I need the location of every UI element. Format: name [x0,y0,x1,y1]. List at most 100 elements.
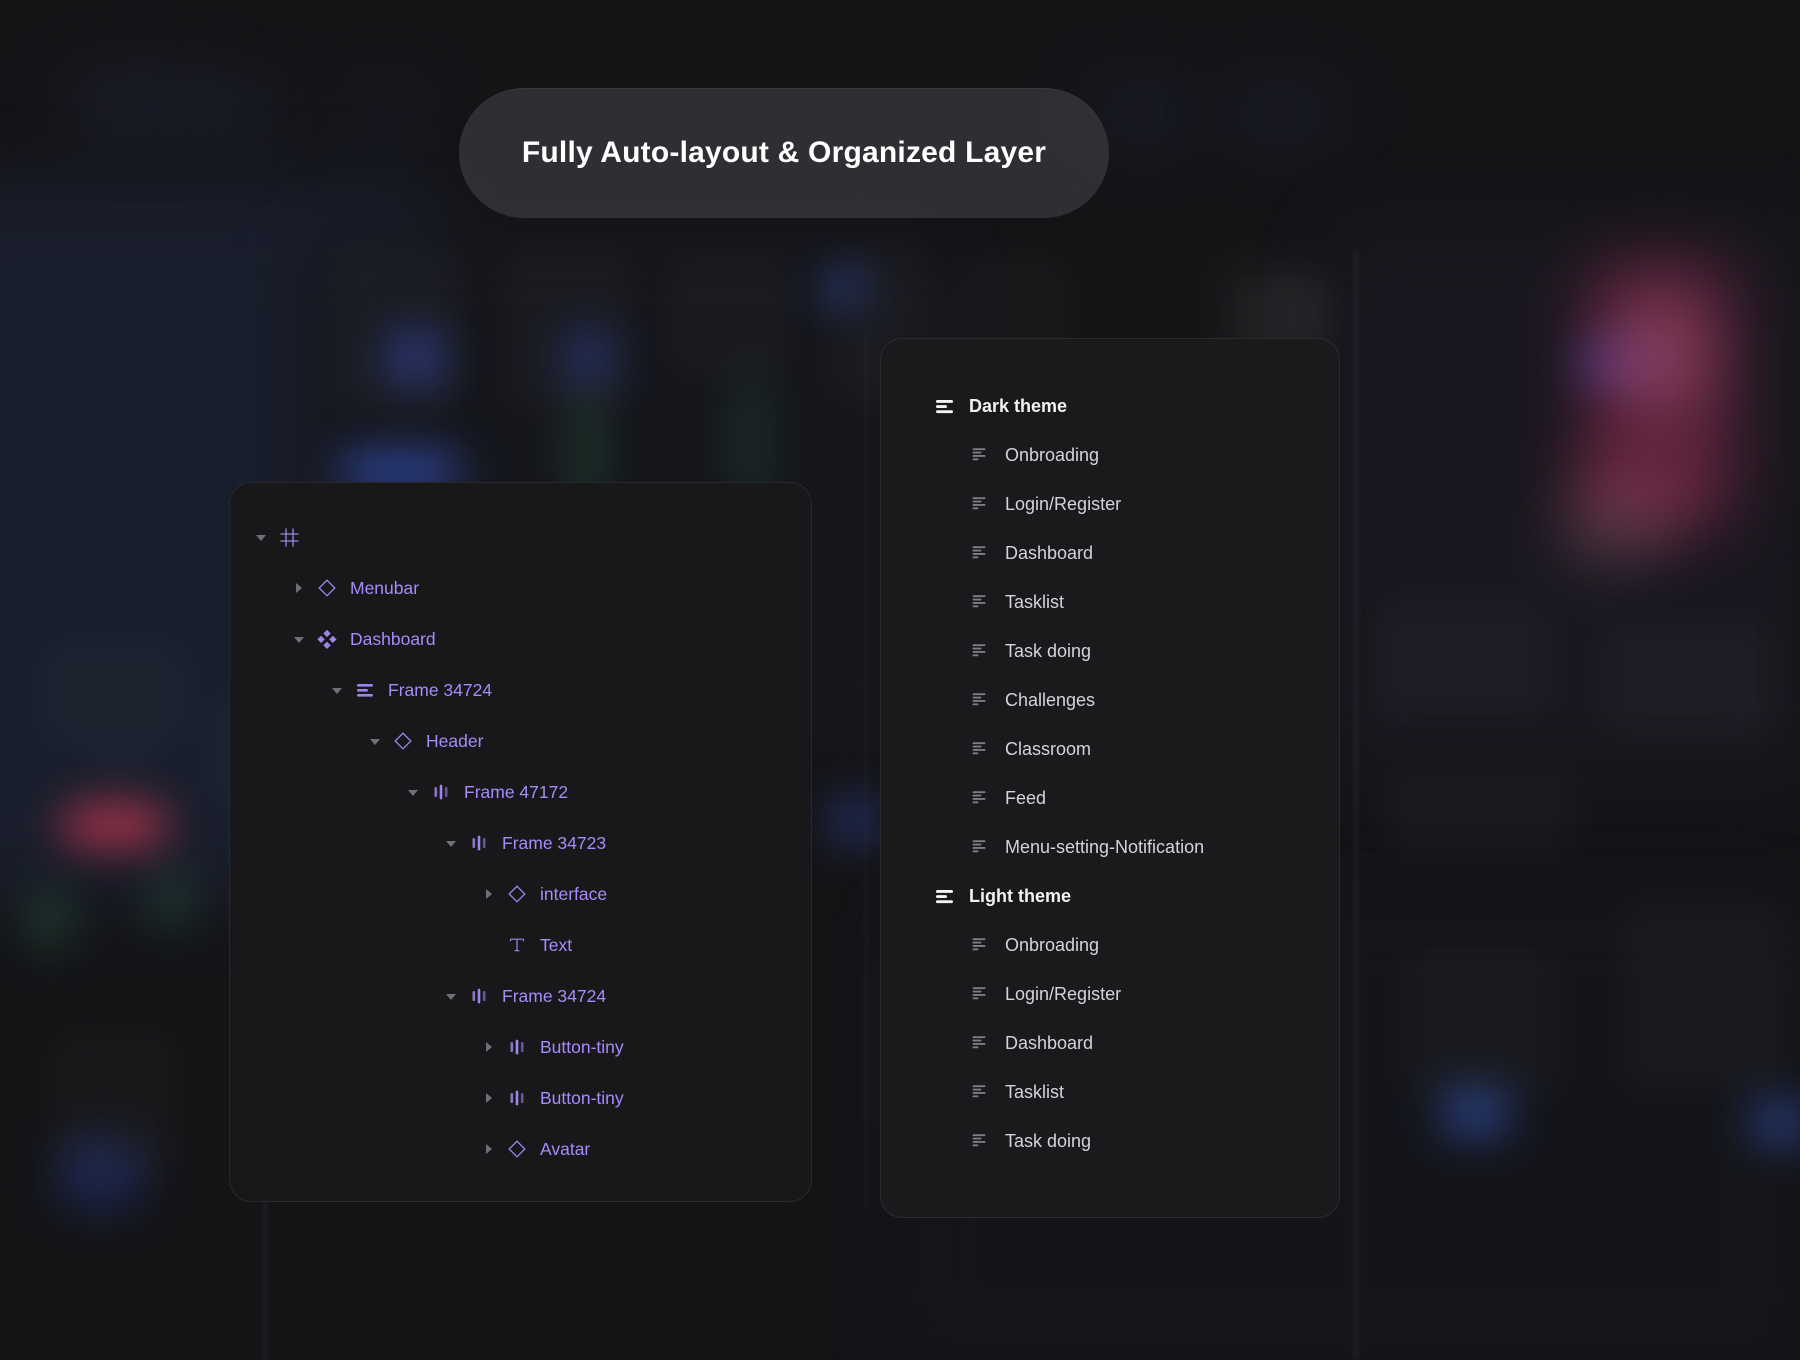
page-row[interactable]: Challenges [969,685,1339,715]
bg-chip [350,95,420,131]
page-title: Fully Auto-layout & Organized Layer [521,136,1047,169]
chevron-down-icon[interactable] [328,681,346,699]
chevron-right-icon[interactable] [480,1140,498,1158]
layer-row-label: Frame 34723 [502,832,607,853]
bg-card [665,250,795,380]
chevron-down-icon[interactable] [442,834,460,852]
page-icon [969,640,991,662]
layer-row-label: Menubar [350,577,420,598]
bg-card [330,245,465,415]
layer-row[interactable]: interface [480,878,811,910]
chevron-down-icon[interactable] [290,630,308,648]
page-row[interactable]: Task doing [969,1126,1339,1156]
chevron-down-icon[interactable] [404,783,422,801]
page-section-row[interactable]: Light theme [933,881,1339,911]
bg-card [50,1030,180,1180]
layer-row[interactable]: Frame 34724 [328,674,811,706]
page-row[interactable]: Dashboard [969,1028,1339,1058]
chevron-right-icon[interactable] [480,885,498,903]
page-row[interactable]: Login/Register [969,979,1339,1009]
page-row-label: Onbroading [1005,934,1100,955]
chevron-right-icon[interactable] [290,579,308,597]
bg-accent-pink [1620,300,1700,410]
page-row[interactable]: Login/Register [969,489,1339,519]
bg-accent-green [30,890,70,950]
component-diamond-icon [316,577,338,599]
bg-accent-blue [820,275,866,301]
page-row-label: Menu-setting-Notification [1005,836,1205,857]
chevron-right-icon[interactable] [480,1089,498,1107]
page-icon [969,493,991,515]
bg-divider [1355,250,1357,1360]
page-row[interactable]: Tasklist [969,587,1339,617]
page-section-label: Dark theme [969,395,1068,416]
layer-row[interactable]: Button-tiny [480,1082,811,1114]
auto-layout-horizontal-icon [430,781,452,803]
page-row[interactable]: Feed [969,783,1339,813]
layer-row[interactable]: Frame 34724 [442,980,811,1012]
page-row-label: Dashboard [1005,1032,1094,1053]
layer-row[interactable]: Text [480,929,811,961]
page-row[interactable]: Dashboard [969,538,1339,568]
page-row[interactable]: Onbroading [969,440,1339,470]
page-row-label: Onbroading [1005,444,1100,465]
page-icon [969,444,991,466]
layer-row-label: Frame 47172 [464,781,569,802]
page-row[interactable]: Menu-setting-Notification [969,832,1339,862]
layer-row-label: Frame 34724 [502,985,607,1006]
page-row-label: Task doing [1005,1130,1092,1151]
layer-row[interactable]: Frame 47172 [404,776,811,808]
layer-row[interactable]: Dashboard [290,623,811,655]
bg-accent-blue [1750,1100,1800,1145]
layer-row[interactable]: Button-tiny [480,1031,811,1063]
chevron-down-icon[interactable] [442,987,460,1005]
page-icon [969,738,991,760]
page-row[interactable]: Onbroading [969,930,1339,960]
pages-panel: Dark theme Onbroading Login/Register Das… [880,338,1340,1218]
page-row[interactable]: Tasklist [969,1077,1339,1107]
page-row[interactable]: Classroom [969,734,1339,764]
page-row-label: Login/Register [1005,493,1122,514]
page-section-row[interactable]: Dark theme [933,391,1339,421]
layer-row-label: Frame 34724 [388,679,493,700]
page-icon [969,983,991,1005]
bg-accent-green [152,870,190,930]
layer-row-label: Avatar [540,1138,591,1159]
layer-rows-container: Menubar Dashboard Frame 34724 Header Fra… [230,483,811,1165]
layer-row[interactable] [252,521,811,553]
layer-row-label: Dashboard [350,628,436,649]
layer-row[interactable]: Header [366,725,811,757]
page-row-label: Classroom [1005,738,1092,759]
bg-card [1370,600,1550,720]
bg-chip [70,80,230,128]
auto-layout-horizontal-icon [506,1036,528,1058]
page-row[interactable]: Task doing [969,636,1339,666]
page-row-label: Tasklist [1005,591,1065,612]
bg-chip [1230,95,1330,131]
layer-row[interactable]: Frame 34723 [442,827,811,859]
page-icon [969,542,991,564]
layer-row[interactable]: Avatar [480,1133,811,1165]
page-row-label: Tasklist [1005,1081,1065,1102]
chevron-right-icon[interactable] [480,1038,498,1056]
page-row-label: Task doing [1005,640,1092,661]
layer-row-label: interface [540,883,608,904]
auto-layout-horizontal-icon [468,832,490,854]
page-icon [969,591,991,613]
auto-layout-horizontal-icon [468,985,490,1007]
auto-layout-horizontal-icon [506,1087,528,1109]
bg-divider [865,330,867,1210]
bg-card [500,245,635,415]
chevron-down-icon[interactable] [366,732,384,750]
page-title-pill: Fully Auto-layout & Organized Layer [459,88,1109,218]
layers-panel: Menubar Dashboard Frame 34724 Header Fra… [229,482,812,1202]
page-rows-container: Dark theme Onbroading Login/Register Das… [881,339,1339,1156]
bg-chip [1095,95,1190,131]
page-icon [969,1032,991,1054]
bg-card [1600,620,1780,740]
bg-chip [215,95,285,131]
layer-row-label: Text [540,934,573,955]
layer-row[interactable]: Menubar [290,572,811,604]
bg-card [1620,900,1790,1090]
chevron-down-icon[interactable] [252,528,270,546]
